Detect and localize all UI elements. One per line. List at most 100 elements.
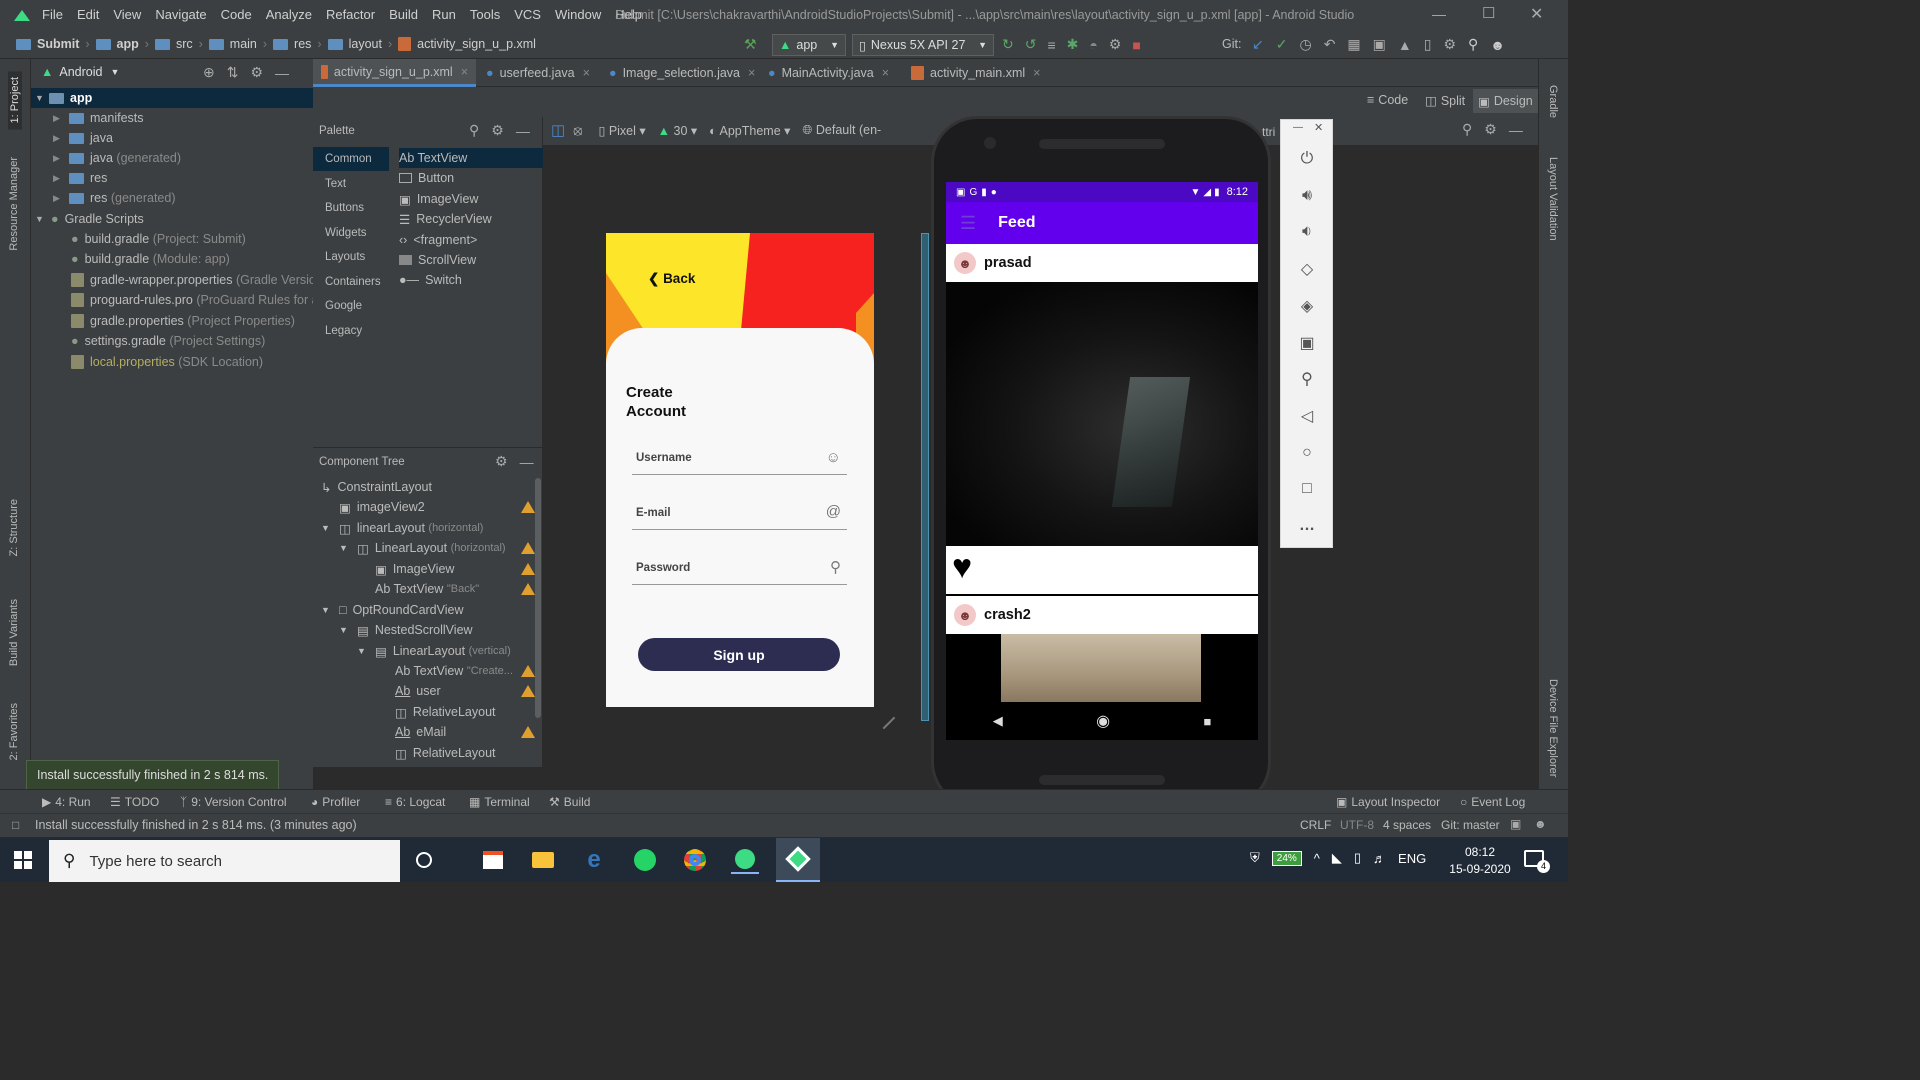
tab-activity-sign-up[interactable]: activity_sign_u_p.xml × bbox=[313, 59, 476, 87]
tab-activity-main[interactable]: activity_main.xml × bbox=[903, 59, 1048, 87]
menu-navigate[interactable]: Navigate bbox=[155, 7, 206, 22]
menu-analyze[interactable]: Analyze bbox=[266, 7, 312, 22]
locate-icon[interactable]: ⊕ bbox=[203, 64, 215, 81]
tree-node-optroundcardview[interactable]: ▼ □ OptRoundCardView bbox=[321, 600, 464, 620]
minimize-emulator-icon[interactable]: — bbox=[1293, 122, 1303, 133]
tree-item-gradle-properties[interactable]: gradle.properties (Project Properties) bbox=[31, 311, 295, 331]
file-encoding[interactable]: UTF-8 bbox=[1340, 818, 1374, 832]
menu-edit[interactable]: Edit bbox=[77, 7, 99, 22]
close-button[interactable]: ✕ bbox=[1530, 4, 1543, 24]
palette-category-widgets[interactable]: Widgets bbox=[313, 221, 389, 245]
palette-category-google[interactable]: Google bbox=[313, 294, 389, 318]
chevron-up-icon[interactable]: ^ bbox=[1314, 851, 1320, 866]
gear-icon[interactable]: ⚙ bbox=[1484, 121, 1497, 138]
menu-window[interactable]: Window bbox=[555, 7, 601, 22]
hide-icon[interactable]: — bbox=[520, 454, 534, 470]
tab-image-selection[interactable]: ● Image_selection.java × bbox=[601, 59, 763, 87]
apply-code-changes-icon[interactable]: ↺ bbox=[1025, 36, 1037, 53]
avd-manager-icon[interactable]: ▣ bbox=[1373, 36, 1386, 53]
breadcrumb-item[interactable]: res bbox=[294, 37, 311, 51]
tool-event-log[interactable]: ○ Event Log bbox=[1460, 790, 1525, 814]
menu-file[interactable]: File bbox=[42, 7, 63, 22]
post-image[interactable] bbox=[946, 282, 1258, 546]
tree-item-settings-gradle[interactable]: ● settings.gradle (Project Settings) bbox=[31, 331, 265, 351]
username-field[interactable]: Username ☺ bbox=[632, 445, 847, 475]
gear-icon[interactable]: ⚙ bbox=[250, 64, 263, 81]
rotate-right-icon[interactable]: ◈ bbox=[1281, 287, 1333, 324]
volume-up-icon[interactable]: 🔊︎ bbox=[1281, 177, 1333, 214]
tree-item-gradle-scripts[interactable]: ▼ ● Gradle Scripts bbox=[31, 209, 144, 229]
breadcrumb-item[interactable]: activity_sign_u_p.xml bbox=[417, 37, 536, 51]
post-header[interactable]: ☻ crash2 bbox=[946, 596, 1258, 634]
palette-category-text[interactable]: Text bbox=[313, 172, 389, 196]
tree-node-relativelayout-1[interactable]: ◫ RelativeLayout bbox=[395, 702, 496, 722]
close-emulator-icon[interactable]: ✕ bbox=[1314, 121, 1323, 134]
tree-node-user[interactable]: Ab user bbox=[395, 681, 441, 701]
breadcrumb-item[interactable]: layout bbox=[349, 37, 382, 51]
tree-item-proguard[interactable]: proguard-rules.pro (ProGuard Rules for a… bbox=[31, 290, 326, 310]
tool-logcat[interactable]: ≡ 6: Logcat bbox=[385, 790, 445, 814]
blueprint-preview[interactable] bbox=[921, 233, 929, 721]
language-indicator[interactable]: ENG bbox=[1398, 851, 1426, 866]
view-split-button[interactable]: ◫ Split bbox=[1425, 93, 1465, 109]
camera-icon[interactable]: ▣ bbox=[1281, 324, 1333, 361]
resize-handle-icon[interactable] bbox=[872, 706, 896, 730]
lock-icon[interactable]: ▣ bbox=[1510, 817, 1521, 831]
view-code-button[interactable]: ≡ Code bbox=[1367, 93, 1408, 107]
back-nav-icon[interactable]: ◀ bbox=[993, 713, 1003, 729]
tool-terminal[interactable]: ▦ Terminal bbox=[469, 790, 530, 814]
tree-item-build-gradle-module[interactable]: ● build.gradle (Module: app) bbox=[31, 249, 230, 269]
menu-build[interactable]: Build bbox=[389, 7, 418, 22]
home-icon[interactable]: ○ bbox=[1281, 434, 1333, 471]
hide-icon[interactable]: — bbox=[1509, 122, 1523, 138]
design-preview[interactable]: ❮ Back Create Account Username ☺ E-mail … bbox=[606, 233, 874, 707]
view-design-button[interactable]: ▣ Design bbox=[1473, 89, 1538, 113]
tool-layout-inspector[interactable]: ▣ Layout Inspector bbox=[1336, 790, 1440, 814]
warning-icon[interactable] bbox=[521, 665, 535, 677]
debug-icon[interactable]: ✱ bbox=[1067, 36, 1079, 53]
memory-indicator-icon[interactable]: ☻ bbox=[1534, 817, 1547, 831]
line-separator[interactable]: CRLF bbox=[1300, 818, 1331, 832]
overview-icon[interactable]: □ bbox=[1281, 470, 1333, 507]
sync-icon[interactable]: ≡ bbox=[1047, 37, 1055, 53]
post-image[interactable] bbox=[946, 634, 1258, 702]
tree-node-linearlayout-inner[interactable]: ▼ ◫ LinearLayout (horizontal) bbox=[339, 538, 506, 558]
project-structure-icon[interactable]: ▦ bbox=[1347, 36, 1360, 53]
tree-item-java[interactable]: ▶ java bbox=[31, 128, 113, 148]
hide-icon[interactable]: — bbox=[516, 123, 530, 139]
tree-item-res[interactable]: ▶ res bbox=[31, 168, 107, 188]
profile-icon[interactable]: ◓ bbox=[1089, 37, 1097, 53]
orientation-icon[interactable]: ⦻ bbox=[573, 122, 582, 139]
security-icon[interactable]: ⛨ bbox=[1250, 850, 1260, 866]
breadcrumb-item[interactable]: src bbox=[176, 37, 193, 51]
volume-icon[interactable]: ♬ bbox=[1373, 851, 1386, 866]
more-icon[interactable]: … bbox=[1281, 507, 1333, 544]
device-pixel-select[interactable]: ▯ Pixel ▾ bbox=[598, 123, 645, 138]
tree-node-textview-create[interactable]: Ab TextView "Create... bbox=[395, 661, 513, 681]
palette-category-common[interactable]: Common bbox=[313, 147, 389, 171]
tree-item-app[interactable]: ▼ app bbox=[31, 88, 313, 108]
menu-tools[interactable]: Tools bbox=[470, 7, 500, 22]
tree-node-email[interactable]: Ab eMail bbox=[395, 722, 446, 742]
breadcrumb-item[interactable]: app bbox=[117, 37, 139, 51]
tree-node-constraintlayout[interactable]: ↳ ConstraintLayout bbox=[321, 477, 432, 497]
collapse-icon[interactable]: ⇅ bbox=[227, 64, 239, 81]
apply-changes-icon[interactable]: ↻ bbox=[1002, 36, 1014, 53]
palette-category-buttons[interactable]: Buttons bbox=[313, 196, 389, 220]
tool-window-layout-validation[interactable]: Layout Validation bbox=[1547, 157, 1559, 241]
tool-window-gradle[interactable]: Gradle bbox=[1547, 85, 1559, 118]
power-icon[interactable]: ▯ bbox=[1354, 850, 1361, 866]
tool-version-control[interactable]: ᛉ 9: Version Control bbox=[180, 790, 287, 814]
signup-button[interactable]: Sign up bbox=[638, 638, 840, 671]
cortana-icon[interactable] bbox=[410, 846, 438, 874]
tool-window-build-variants[interactable]: Build Variants bbox=[8, 599, 20, 666]
back-icon[interactable]: ◁ bbox=[1281, 397, 1333, 434]
indent-setting[interactable]: 4 spaces bbox=[1383, 818, 1431, 832]
edge-icon[interactable]: e bbox=[580, 846, 608, 874]
tree-item-java-generated[interactable]: ▶ java (generated) bbox=[31, 148, 181, 168]
git-commit-icon[interactable]: ✓ bbox=[1276, 36, 1288, 53]
tree-item-res-generated[interactable]: ▶ res (generated) bbox=[31, 188, 175, 208]
hamburger-menu-icon[interactable]: ☰ bbox=[960, 213, 976, 234]
maximize-button[interactable]: ☐ bbox=[1482, 4, 1495, 22]
close-tab-icon[interactable]: × bbox=[1033, 66, 1040, 80]
